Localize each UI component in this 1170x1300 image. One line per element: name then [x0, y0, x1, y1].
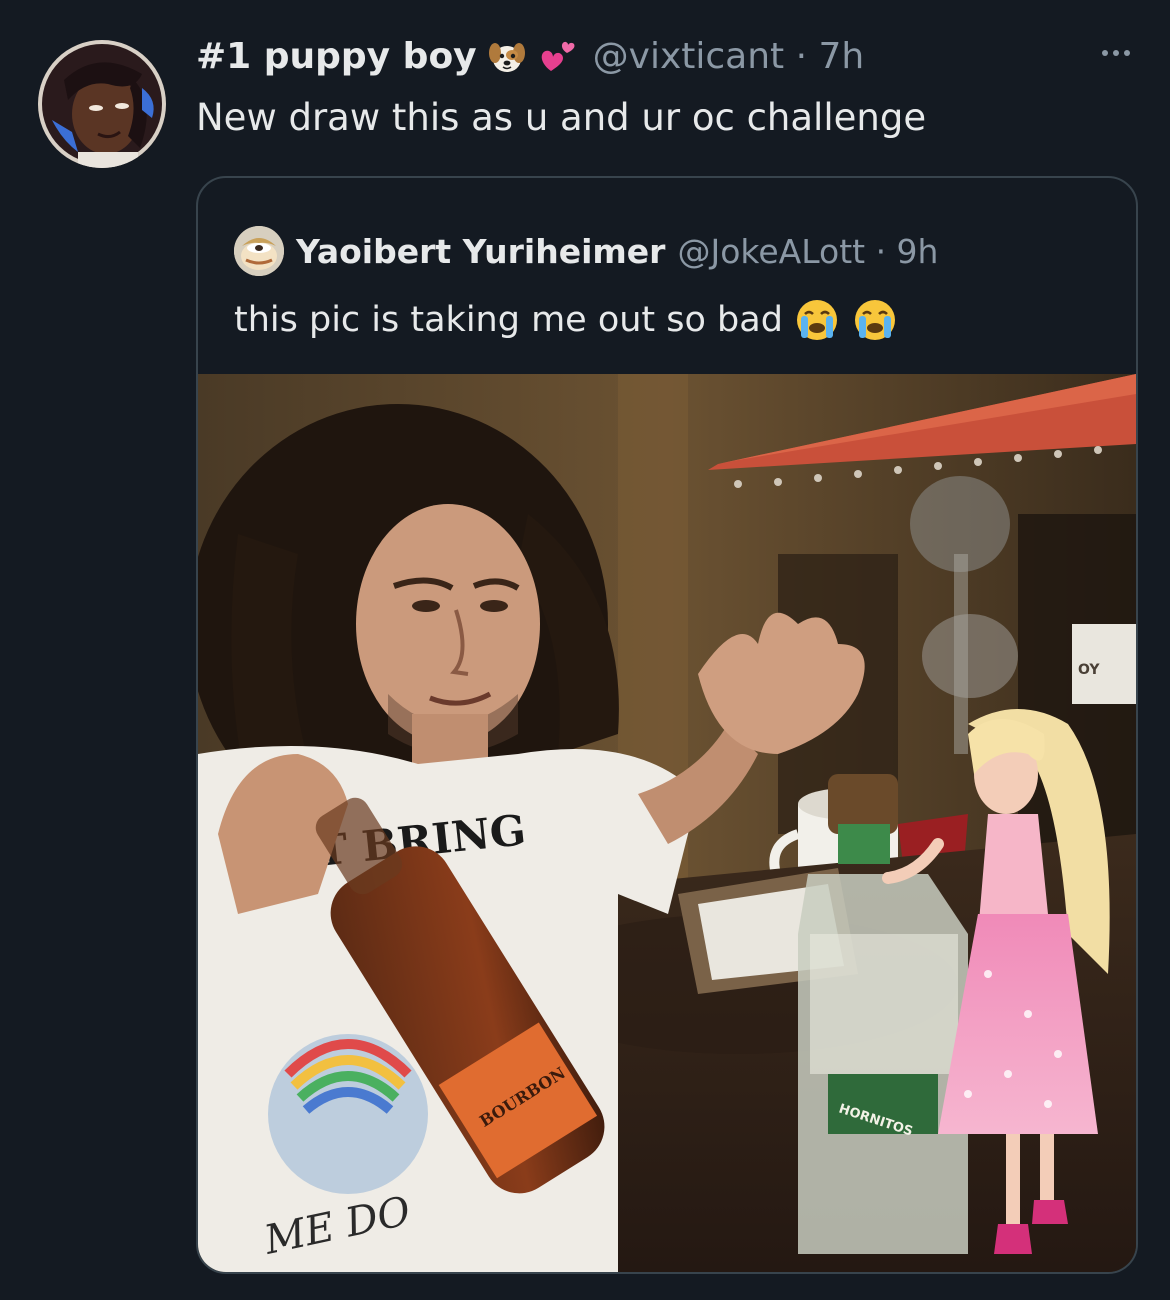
puppy-face-icon [487, 37, 527, 77]
author-display-name[interactable]: #1 puppy boy [196, 36, 477, 77]
quoted-tweet-text-row: this pic is taking me out so bad [234, 296, 899, 344]
quoted-tweet-card[interactable]: Yaoibert Yuriheimer @JokeALott · 9h this… [196, 176, 1138, 1274]
author-avatar[interactable] [38, 40, 166, 168]
tweet-text: New draw this as u and ur oc challenge [196, 96, 927, 139]
more-icon-dot [1102, 50, 1108, 56]
quoted-tweet-photo[interactable]: OY T BRING ME DO BOURBON HORNITOS [198, 374, 1136, 1272]
loudly-crying-face-icon [793, 296, 841, 344]
tweet[interactable]: #1 puppy boy @vixticant · 7h New draw th… [0, 0, 1170, 1300]
quoted-author-avatar[interactable] [234, 226, 284, 276]
quoted-tweet-text: this pic is taking me out so bad [234, 300, 783, 340]
quoted-tweet-header: Yaoibert Yuriheimer @JokeALott · 9h [234, 226, 938, 276]
loudly-crying-face-icon [851, 296, 899, 344]
more-icon[interactable] [1102, 50, 1130, 56]
two-hearts-icon [537, 37, 577, 77]
author-handle-and-time[interactable]: @vixticant · 7h [593, 36, 865, 77]
quoted-author-avatar-image [234, 226, 284, 276]
author-avatar-image [38, 40, 166, 168]
quoted-author-display-name[interactable]: Yaoibert Yuriheimer [296, 232, 665, 271]
more-icon-dot [1124, 50, 1130, 56]
quoted-author-handle-and-time[interactable]: @JokeALott · 9h [677, 232, 938, 271]
mug-text: OY [1078, 662, 1100, 678]
tweet-header: #1 puppy boy @vixticant · 7h [196, 36, 864, 77]
more-icon-dot [1113, 50, 1119, 56]
photo-scene: OY T BRING ME DO BOURBON HORNITOS [198, 374, 1136, 1272]
